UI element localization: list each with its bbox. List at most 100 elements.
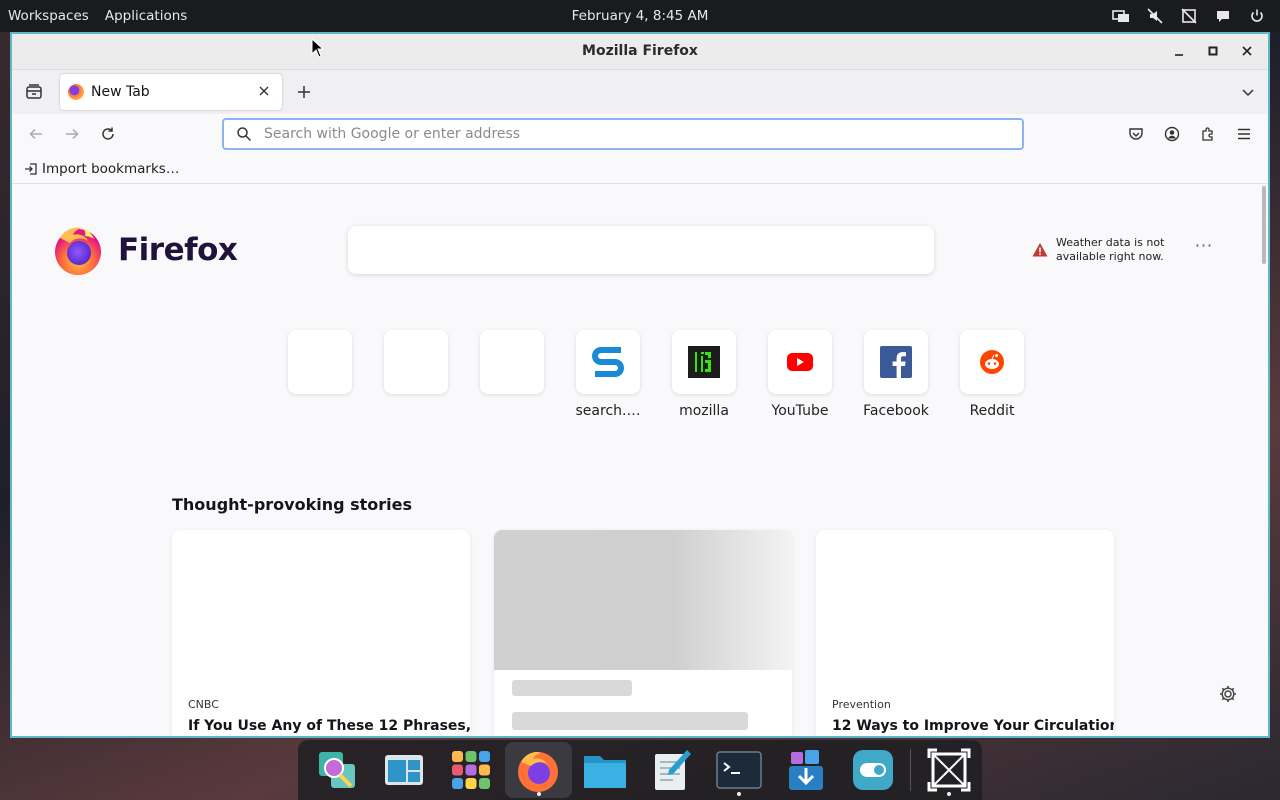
account-icon[interactable] [1154,118,1190,150]
top-site-facebook[interactable]: Facebook [848,330,944,423]
story-headline: If You Use Any of These 12 Phrases, [188,718,470,734]
top-site-label: YouTube [771,403,829,419]
url-input[interactable] [264,121,1022,147]
window-controls [1162,34,1264,68]
top-site-label: Reddit [969,403,1015,419]
reload-icon[interactable] [90,118,126,150]
address-bar[interactable] [222,118,1024,150]
weather-message: Weather data is not available right now. [1056,236,1165,263]
firefox-window: Mozilla Firefox New Tab Search with Goog… [10,32,1270,738]
story-card-1[interactable]: CNBC If You Use Any of These 12 Phrases, [172,530,470,736]
mouse-cursor-icon [311,38,325,58]
top-site-empty-1[interactable] [272,330,368,423]
story-card-2-loading[interactable] [494,530,792,736]
story-source: CNBC [188,698,219,711]
top-site-label: search.… [575,403,641,419]
firefox-icon[interactable] [504,742,572,798]
running-indicator [737,792,742,796]
toggle-settings-icon[interactable] [839,742,906,798]
mozilla-m-icon [672,330,736,394]
top-site-label: Facebook [863,403,929,419]
import-bookmarks-label: Import bookmarks… [42,160,180,177]
dock-separator [910,749,912,791]
dock [298,740,982,800]
new-tab-page: Firefox Weather data is not available ri… [12,184,1268,736]
top-sites: search.… mozilla YouTube Facebook Reddit [272,330,1040,423]
system-tray [1104,0,1274,32]
firefox-wordmark: Firefox [118,232,238,268]
tab-label: New Tab [91,84,150,100]
warning-icon [1032,243,1048,257]
running-indicator [947,792,952,796]
applications-menu[interactable]: Applications [97,0,195,32]
search-app-icon[interactable] [304,742,371,798]
loading-placeholder-bar [512,712,748,730]
more-options-icon[interactable]: ··· [1192,236,1216,260]
navigation-toolbar [12,114,1268,154]
app-menu-hamburger-icon[interactable] [1226,118,1262,150]
tab-close-icon[interactable] [254,84,274,100]
app-grid-icon[interactable] [438,742,505,798]
power-icon[interactable] [1240,0,1274,32]
forward-arrow-icon[interactable] [54,118,90,150]
top-site-youtube[interactable]: YouTube [752,330,848,423]
import-bookmarks-button[interactable]: Import bookmarks… [24,161,179,177]
firefox-view-icon[interactable] [12,70,56,114]
toolbar-right-buttons [1118,118,1262,150]
pocket-icon[interactable] [1118,118,1154,150]
story-card-3[interactable]: Prevention 12 Ways to Improve Your Circu… [816,530,1114,736]
running-indicator [536,792,541,796]
screenshot-tool-icon[interactable] [915,742,982,798]
firefox-favicon-icon [68,84,84,100]
story-image-placeholder [494,530,792,670]
system-top-bar: Workspaces Applications February 4, 8:45… [0,0,1280,32]
top-site-empty-3[interactable] [464,330,560,423]
workspaces-menu[interactable]: Workspaces [0,0,97,32]
display-icon[interactable] [1104,0,1138,32]
window-title: Mozilla Firefox [582,43,698,59]
empty-tile-box [288,330,352,394]
gear-icon[interactable] [1218,684,1238,704]
top-site-mozilla[interactable]: mozilla [656,330,752,423]
empty-tile-box [384,330,448,394]
clock[interactable]: February 4, 8:45 AM [572,8,709,24]
tab-new-tab[interactable]: New Tab [60,74,282,110]
search-s-icon [576,330,640,394]
network-off-icon[interactable] [1172,0,1206,32]
empty-tile-box [480,330,544,394]
loading-placeholder-bar [512,680,632,696]
plus-icon [298,86,310,98]
bookmarks-toolbar: Import bookmarks… [12,154,1268,184]
terminal-icon[interactable] [705,742,772,798]
text-editor-icon[interactable] [639,742,706,798]
extensions-icon[interactable] [1190,118,1226,150]
list-all-tabs-chevron-icon[interactable] [1236,80,1260,104]
back-arrow-icon[interactable] [18,118,54,150]
mute-icon[interactable] [1138,0,1172,32]
window-titlebar[interactable]: Mozilla Firefox [12,34,1268,70]
tab-strip: New Tab [12,70,1268,114]
close-icon[interactable] [1230,34,1264,68]
page-scrollbar[interactable] [1262,186,1266,264]
top-site-search[interactable]: search.… [560,330,656,423]
top-site-reddit[interactable]: Reddit [944,330,1040,423]
download-manager-icon[interactable] [772,742,839,798]
firefox-logo-icon [55,227,101,275]
top-site-empty-2[interactable] [368,330,464,423]
reddit-icon [960,330,1024,394]
workspace-app-icon[interactable] [371,742,438,798]
youtube-icon [768,330,832,394]
facebook-icon [864,330,928,394]
firefox-branding: Firefox [52,224,238,276]
weather-widget: Weather data is not available right now. [1032,236,1172,264]
story-cards: CNBC If You Use Any of These 12 Phrases,… [172,530,1114,736]
story-headline: 12 Ways to Improve Your Circulation [832,718,1114,734]
story-source: Prevention [832,698,891,711]
new-tab-button[interactable] [284,74,324,110]
maximize-icon[interactable] [1196,34,1230,68]
minimize-icon[interactable] [1162,34,1196,68]
files-icon[interactable] [572,742,639,798]
chat-icon[interactable] [1206,0,1240,32]
newtab-search-box[interactable] [348,226,934,274]
stories-heading: Thought-provoking stories [172,495,413,514]
